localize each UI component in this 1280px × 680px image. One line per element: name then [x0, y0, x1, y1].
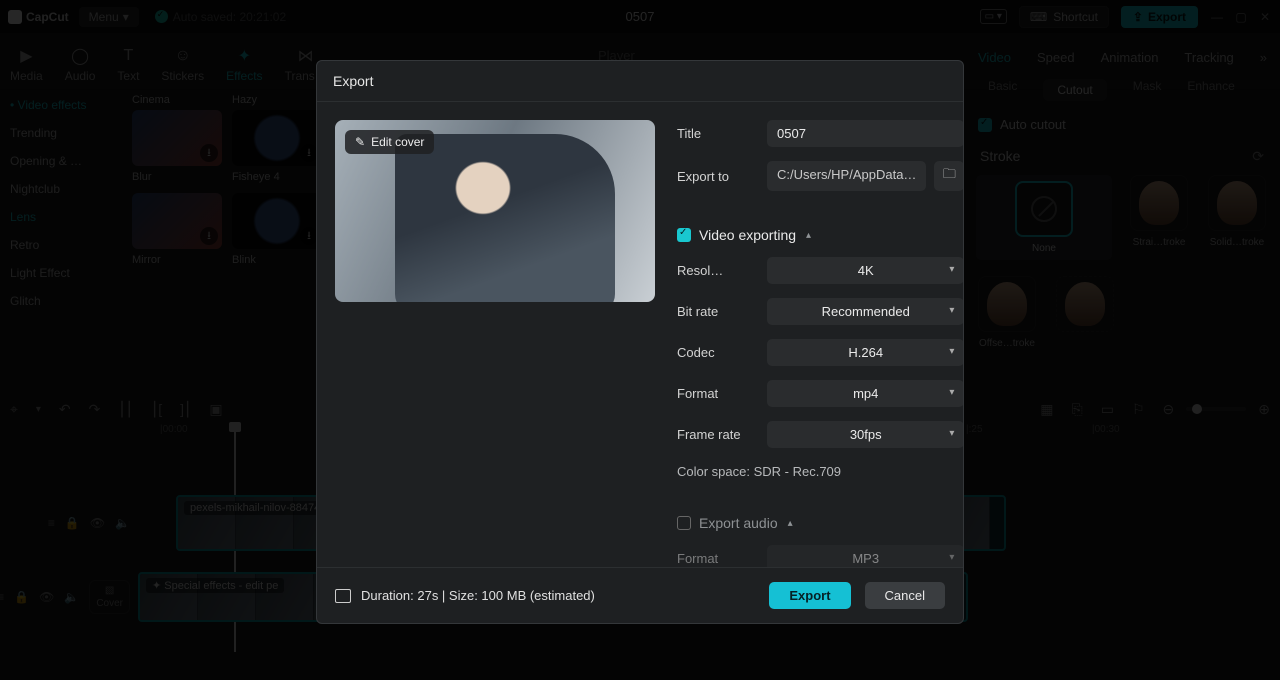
- edit-cover-button[interactable]: ✎ Edit cover: [345, 130, 434, 154]
- pencil-icon: ✎: [355, 135, 365, 149]
- chevron-down-icon: ▾: [949, 305, 954, 316]
- resolution-label: Resol…: [677, 263, 755, 278]
- title-input[interactable]: 0507: [767, 120, 963, 147]
- chevron-down-icon: ▾: [949, 264, 954, 275]
- codec-select[interactable]: H.264▾: [767, 339, 963, 366]
- title-label: Title: [677, 126, 755, 141]
- duration-info: Duration: 27s | Size: 100 MB (estimated): [361, 588, 595, 603]
- framerate-select[interactable]: 30fps▾: [767, 421, 963, 448]
- framerate-label: Frame rate: [677, 427, 755, 442]
- colorspace-note: Color space: SDR - Rec.709: [677, 462, 963, 479]
- chevron-down-icon: ▾: [949, 428, 954, 439]
- bitrate-label: Bit rate: [677, 304, 755, 319]
- browse-folder-button[interactable]: 🗀: [934, 161, 963, 191]
- chevron-up-icon: ▴: [788, 518, 793, 529]
- chevron-up-icon: ▴: [806, 230, 811, 241]
- audio-format-select: MP3▾: [767, 545, 963, 567]
- exportto-path: C:/Users/HP/AppData…: [767, 161, 926, 191]
- export-modal: Export ✎ Edit cover Title 0507 Export to…: [316, 60, 964, 624]
- resolution-select[interactable]: 4K▾: [767, 257, 963, 284]
- film-icon: [335, 589, 351, 603]
- video-exporting-toggle[interactable]: Video exporting ▴: [677, 227, 963, 243]
- cover-preview: ✎ Edit cover: [335, 120, 655, 302]
- checkbox-unchecked-icon: [677, 516, 691, 530]
- chevron-down-icon: ▾: [949, 552, 954, 563]
- export-button[interactable]: Export: [769, 582, 850, 609]
- bitrate-select[interactable]: Recommended▾: [767, 298, 963, 325]
- modal-title: Export: [317, 61, 963, 102]
- chevron-down-icon: ▾: [949, 387, 954, 398]
- format-label: Format: [677, 386, 755, 401]
- folder-icon: 🗀: [943, 165, 956, 187]
- cancel-button[interactable]: Cancel: [865, 582, 945, 609]
- codec-label: Codec: [677, 345, 755, 360]
- export-audio-toggle[interactable]: Export audio ▴: [677, 515, 963, 531]
- audio-format-label: Format: [677, 551, 755, 566]
- exportto-label: Export to: [677, 169, 755, 184]
- chevron-down-icon: ▾: [949, 346, 954, 357]
- format-select[interactable]: mp4▾: [767, 380, 963, 407]
- checkbox-icon: [677, 228, 691, 242]
